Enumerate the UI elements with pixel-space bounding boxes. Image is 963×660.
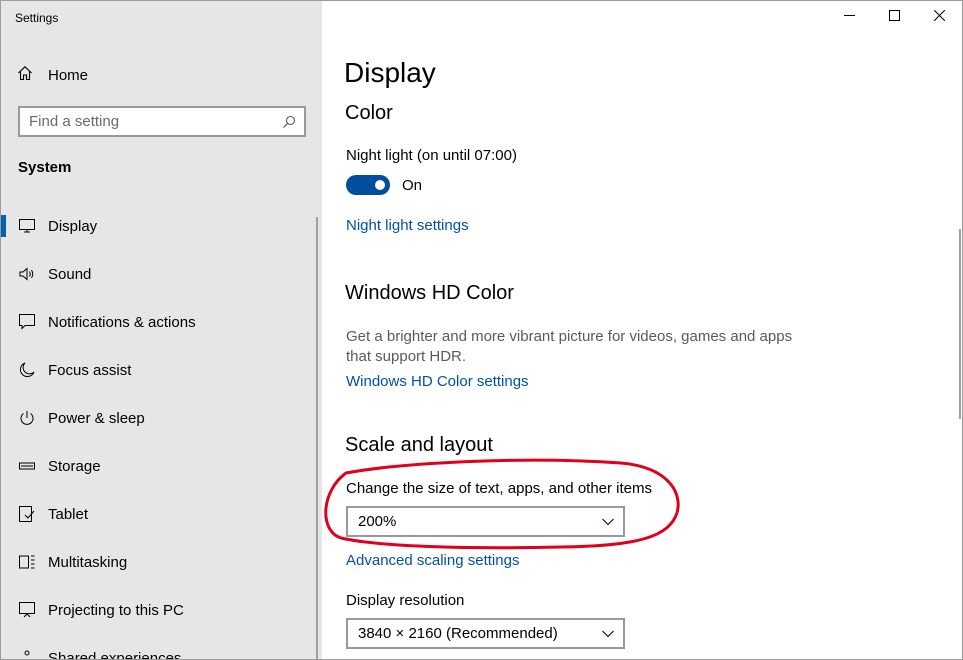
chevron-down-icon <box>593 630 623 638</box>
scale-value: 200% <box>358 513 397 530</box>
projecting-icon <box>18 601 36 619</box>
night-light-toggle[interactable] <box>346 175 390 195</box>
sidebar-item-power-sleep[interactable]: Power & sleep <box>1 394 322 442</box>
night-light-settings-link[interactable]: Night light settings <box>346 217 469 234</box>
scale-heading: Scale and layout <box>345 434 493 456</box>
sidebar-item-label: Power & sleep <box>48 409 145 427</box>
notification-icon <box>18 313 36 331</box>
sidebar-item-label: Storage <box>48 457 101 475</box>
resolution-value: 3840 × 2160 (Recommended) <box>358 625 558 642</box>
sidebar-item-projecting[interactable]: Projecting to this PC <box>1 586 322 634</box>
sidebar-item-label: Sound <box>48 265 92 283</box>
scale-dropdown[interactable]: 200% <box>346 506 625 537</box>
search-icon[interactable] <box>274 108 304 135</box>
sidebar-item-focus-assist[interactable]: Focus assist <box>1 346 322 394</box>
power-icon <box>18 409 36 427</box>
section-heading: System <box>18 159 72 176</box>
sidebar-item-display[interactable]: Display <box>1 202 322 250</box>
content-scrollbar[interactable] <box>959 229 961 419</box>
home-label: Home <box>48 66 89 84</box>
sidebar-item-multitasking[interactable]: Multitasking <box>1 538 322 586</box>
resolution-label: Display resolution <box>346 592 465 609</box>
advanced-scaling-link[interactable]: Advanced scaling settings <box>346 552 519 569</box>
moon-icon <box>18 361 36 379</box>
sidebar: Settings Home System Display <box>1 1 322 660</box>
sidebar-item-shared-experiences[interactable]: Shared experiences <box>1 634 322 660</box>
night-light-label: Night light (on until 07:00) <box>346 147 517 164</box>
app-title: Settings <box>15 11 59 25</box>
sidebar-item-sound[interactable]: Sound <box>1 250 322 298</box>
resolution-dropdown[interactable]: 3840 × 2160 (Recommended) <box>346 618 625 649</box>
change-size-label: Change the size of text, apps, and other… <box>346 480 653 497</box>
sidebar-item-label: Projecting to this PC <box>48 601 184 619</box>
tablet-icon <box>18 505 36 523</box>
sidebar-item-label: Tablet <box>48 505 89 523</box>
content-pane: Display Color Night light (on until 07:0… <box>322 1 962 659</box>
hd-color-description: Get a brighter and more vibrant picture … <box>346 328 793 365</box>
hd-color-settings-link[interactable]: Windows HD Color settings <box>346 373 529 390</box>
color-heading: Color <box>345 102 393 124</box>
chevron-down-icon <box>593 518 623 526</box>
home-icon <box>17 65 33 86</box>
hd-color-heading: Windows HD Color <box>345 282 514 304</box>
page-title: Display <box>344 57 436 88</box>
settings-window: Settings Home System Display <box>0 0 963 660</box>
monitor-icon <box>18 217 36 235</box>
storage-icon <box>18 457 36 475</box>
sidebar-item-label: Multitasking <box>48 553 128 571</box>
sidebar-item-label: Shared experiences <box>48 649 182 660</box>
toggle-knob <box>375 180 385 190</box>
home-button[interactable]: Home <box>17 63 88 87</box>
sidebar-item-label: Notifications & actions <box>48 313 196 331</box>
multitasking-icon <box>18 553 36 571</box>
sidebar-item-tablet[interactable]: Tablet <box>1 490 322 538</box>
sidebar-item-notifications[interactable]: Notifications & actions <box>1 298 322 346</box>
sidebar-scrollbar[interactable] <box>316 217 318 659</box>
sidebar-item-storage[interactable]: Storage <box>1 442 322 490</box>
toggle-state-label: On <box>402 177 423 194</box>
sidebar-nav: Display Sound Notifications & actions Fo… <box>1 202 322 660</box>
sidebar-item-label: Display <box>48 217 98 235</box>
shared-experiences-icon <box>18 649 36 659</box>
speaker-icon <box>18 265 36 283</box>
search-box[interactable] <box>18 106 306 137</box>
sidebar-item-label: Focus assist <box>48 361 132 379</box>
search-input[interactable] <box>20 113 274 130</box>
